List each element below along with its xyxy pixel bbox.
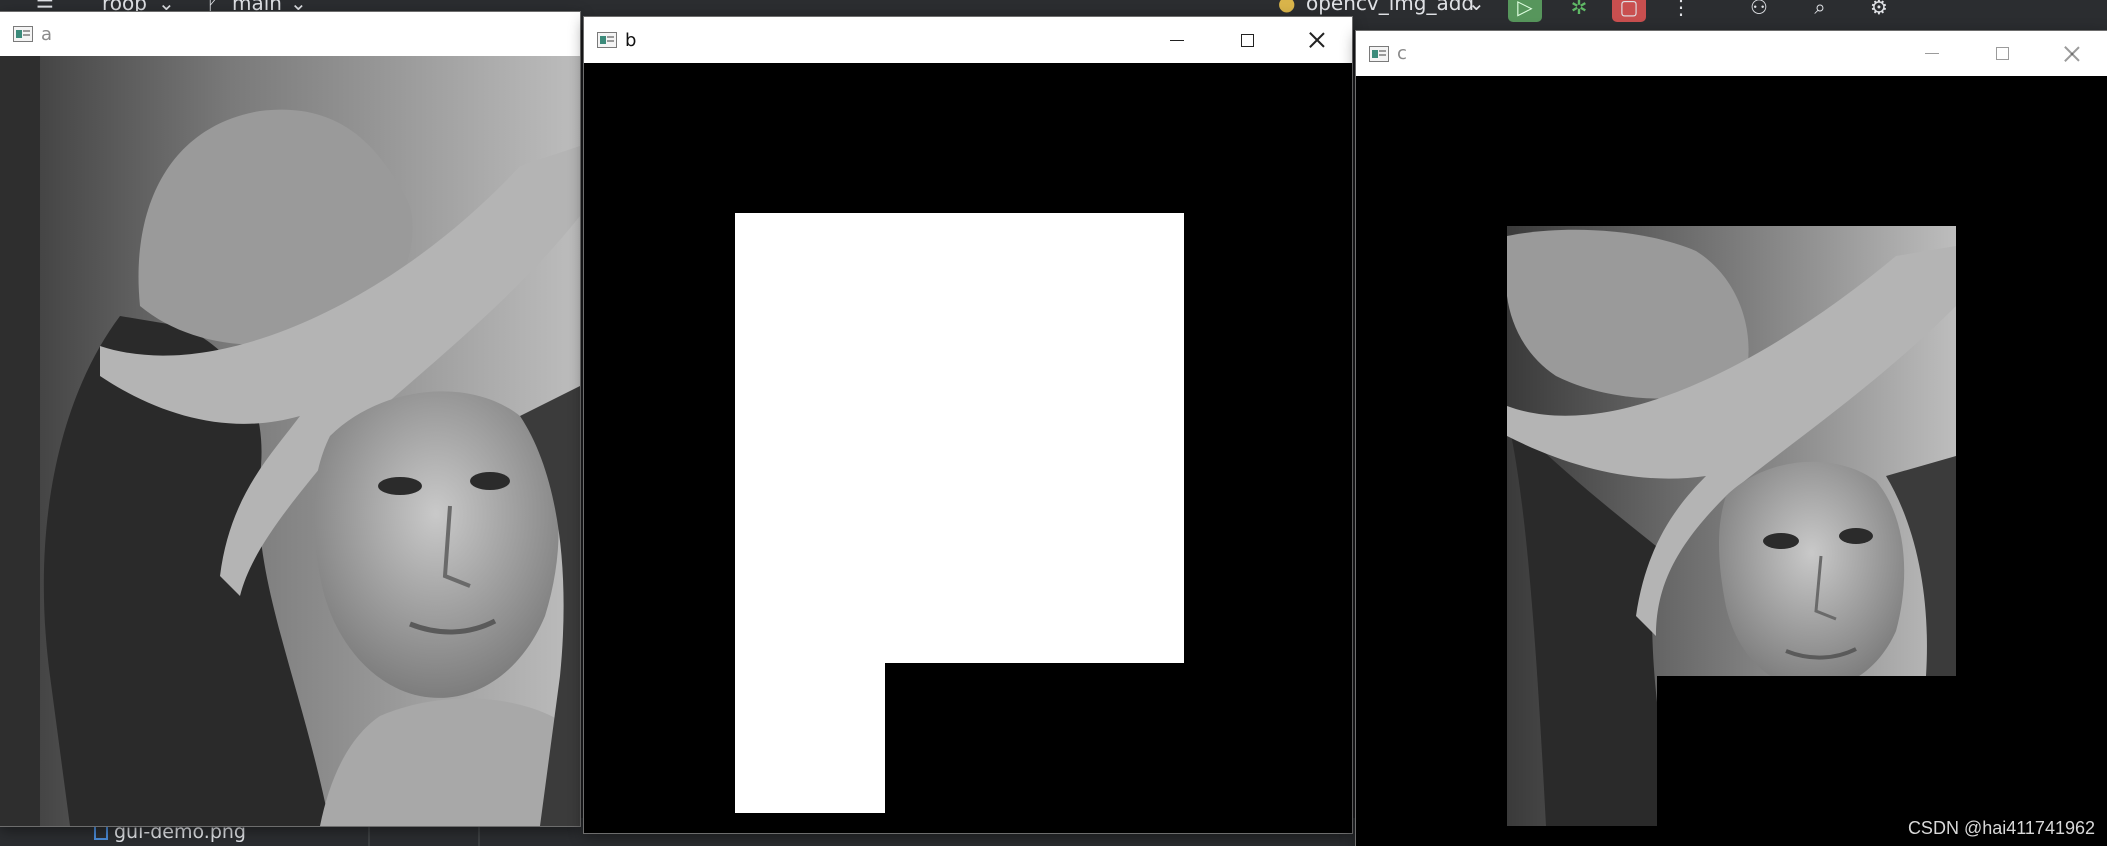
more-icon[interactable]: ⋮: [1664, 0, 1698, 22]
maximize-icon: [1240, 33, 1254, 47]
image-canvas: [0, 56, 580, 826]
chevron-down-icon[interactable]: ⌄: [1468, 0, 1485, 15]
minimize-button[interactable]: [1142, 17, 1212, 63]
minimize-icon: [1925, 53, 1939, 54]
maximize-button[interactable]: [1212, 17, 1282, 63]
close-button[interactable]: [1282, 17, 1352, 63]
python-icon: ●: [1278, 0, 1296, 15]
opencv-window-icon: [597, 32, 617, 48]
close-icon: [2064, 46, 2080, 62]
opencv-window-icon: [1369, 45, 1389, 62]
portrait-image: [0, 56, 580, 826]
window-title: b: [625, 29, 637, 51]
window-title: c: [1397, 43, 1407, 64]
minimize-icon: [1170, 39, 1184, 41]
run-config-name[interactable]: opencv_img_add: [1306, 0, 1474, 15]
window-titlebar[interactable]: b: [584, 17, 1352, 63]
run-icon[interactable]: ▷: [1508, 0, 1542, 22]
watermark: CSDN @hai411741962: [1907, 818, 2095, 838]
opencv-window-icon: [13, 26, 33, 42]
image-window-b[interactable]: b: [584, 17, 1352, 833]
close-icon: [1309, 32, 1325, 48]
add-profile-icon[interactable]: ⚇: [1742, 0, 1776, 22]
window-titlebar[interactable]: a: [0, 12, 580, 56]
stop-icon[interactable]: ▢: [1612, 0, 1646, 22]
image-window-c[interactable]: c: [1356, 31, 2107, 846]
image-canvas: [584, 63, 1352, 833]
window-title: a: [41, 23, 53, 45]
maximize-icon: [1995, 47, 2009, 60]
settings-icon[interactable]: ⚙: [1862, 0, 1896, 22]
maximize-button[interactable]: [1967, 31, 2037, 76]
minimize-button[interactable]: [1897, 31, 1967, 76]
mask-image: [584, 63, 1352, 833]
image-window-a[interactable]: a: [0, 12, 580, 826]
window-titlebar[interactable]: c: [1356, 31, 2107, 76]
masked-result-image: [1356, 76, 2107, 846]
image-canvas: [1356, 76, 2107, 846]
image-file-icon: [94, 824, 108, 840]
debug-icon[interactable]: ✲: [1562, 0, 1596, 22]
close-button[interactable]: [2037, 31, 2107, 76]
search-icon[interactable]: ⌕: [1803, 0, 1837, 22]
